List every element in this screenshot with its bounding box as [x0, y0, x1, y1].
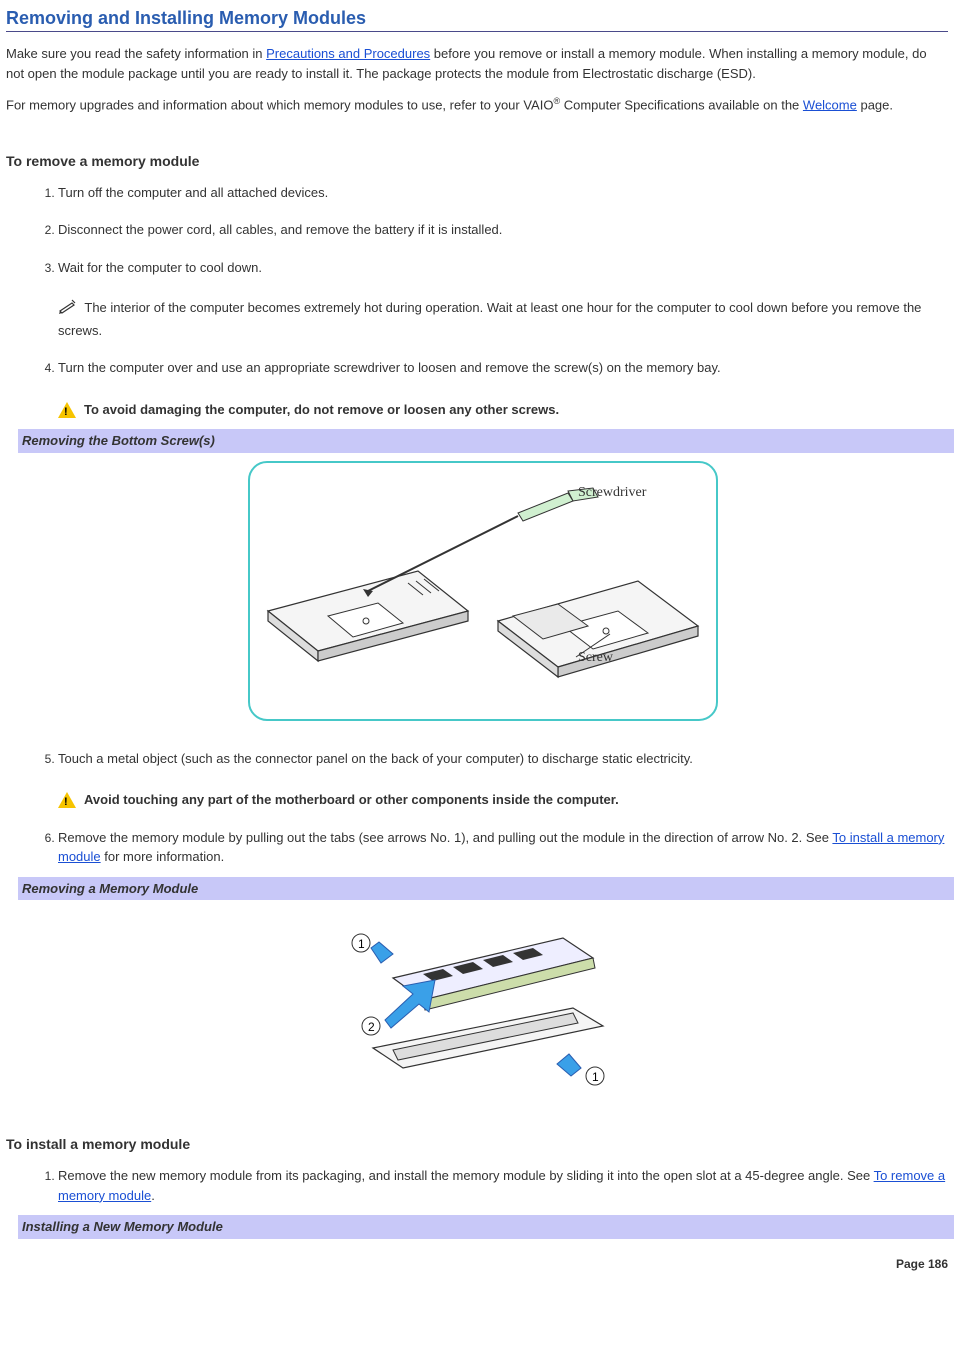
figure1-caption: Removing the Bottom Screw(s) [18, 429, 954, 453]
note-icon [58, 297, 78, 321]
page-title: Removing and Installing Memory Modules [6, 8, 948, 32]
install1-text-b: . [151, 1188, 155, 1203]
figure2-svg: 1 2 1 [323, 908, 643, 1098]
caution-icon [58, 402, 76, 418]
step4-caution-text: To avoid damaging the computer, do not r… [84, 400, 559, 420]
figure1-svg: Screwdriver Screw [248, 461, 718, 721]
remove-steps-list: Turn off the computer and all attached d… [6, 183, 948, 1099]
remove-step-6: Remove the memory module by pulling out … [58, 828, 948, 1099]
svg-text:1: 1 [358, 937, 365, 951]
step3-text: Wait for the computer to cool down. [58, 260, 262, 275]
intro-text-1a: Make sure you read the safety informatio… [6, 46, 266, 61]
intro-text-2a: For memory upgrades and information abou… [6, 97, 553, 112]
step5-caution-text: Avoid touching any part of the motherboa… [84, 790, 619, 810]
remove-step-3: Wait for the computer to cool down. The … [58, 258, 948, 341]
remove-step-4: Turn the computer over and use an approp… [58, 358, 948, 721]
step3-note-text: The interior of the computer becomes ext… [58, 301, 921, 338]
step6-text-b: for more information. [101, 849, 225, 864]
step5-text: Touch a metal object (such as the connec… [58, 751, 693, 766]
intro-text-2b: Computer Specifications available on the [560, 97, 803, 112]
intro-paragraph-1: Make sure you read the safety informatio… [6, 44, 948, 83]
remove-heading: To remove a memory module [6, 153, 948, 169]
figure1-label-screwdriver: Screwdriver [578, 485, 647, 500]
link-precautions[interactable]: Precautions and Procedures [266, 46, 430, 61]
install-steps-list: Remove the new memory module from its pa… [6, 1166, 948, 1239]
svg-text:1: 1 [592, 1070, 599, 1084]
figure3-caption: Installing a New Memory Module [18, 1215, 954, 1239]
step4-caution: To avoid damaging the computer, do not r… [58, 400, 948, 420]
install-step-1: Remove the new memory module from its pa… [58, 1166, 948, 1239]
install-heading: To install a memory module [6, 1136, 948, 1152]
intro-paragraph-2: For memory upgrades and information abou… [6, 95, 948, 115]
step4-text: Turn the computer over and use an approp… [58, 360, 721, 375]
figure2-caption: Removing a Memory Module [18, 877, 954, 901]
remove-step-2: Disconnect the power cord, all cables, a… [58, 220, 948, 240]
page-number: Page 186 [6, 1257, 948, 1271]
figure1: Screwdriver Screw [18, 461, 948, 721]
remove-step-1: Turn off the computer and all attached d… [58, 183, 948, 203]
remove-step-5: Touch a metal object (such as the connec… [58, 749, 948, 810]
figure2: 1 2 1 [18, 908, 948, 1098]
link-welcome[interactable]: Welcome [803, 97, 857, 112]
step6-text-a: Remove the memory module by pulling out … [58, 830, 832, 845]
install1-text-a: Remove the new memory module from its pa… [58, 1168, 874, 1183]
caution-icon [58, 792, 76, 808]
svg-text:2: 2 [368, 1020, 375, 1034]
intro-text-2c: page. [857, 97, 893, 112]
step5-caution: Avoid touching any part of the motherboa… [58, 790, 948, 810]
